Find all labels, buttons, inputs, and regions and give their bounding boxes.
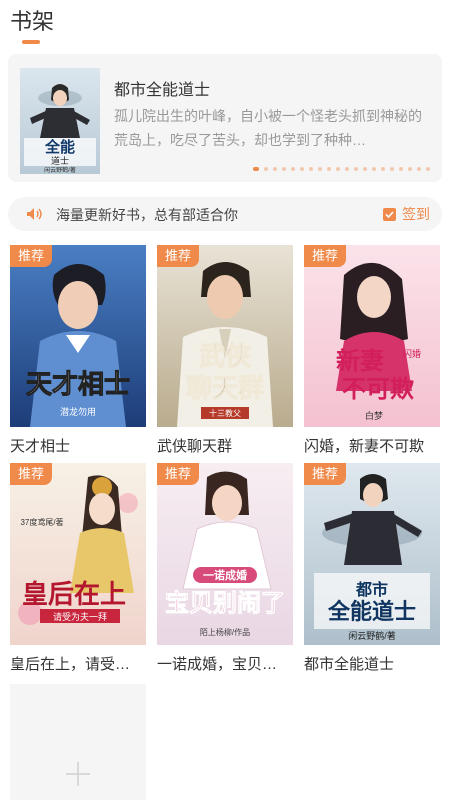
recommend-tag: 推荐 [304,463,347,485]
carousel-dot[interactable] [354,167,358,171]
featured-book-cover[interactable]: 全能 道士 闲云野鹤/著 [20,68,100,174]
carousel-dot[interactable] [264,167,268,171]
svg-text:一诺成婚: 一诺成婚 [203,568,247,582]
carousel-dot[interactable] [253,167,259,171]
featured-book-description: 孤儿院出生的叶峰，自小被一个怪老头抓到神秘的荒岛上，吃尽了苦头，却也学到了种种… [114,108,422,148]
checkin-button[interactable]: 签到 [383,203,430,225]
book-cover[interactable]: 天才相士 潜龙勿用 推荐 [10,245,146,427]
carousel-dot[interactable] [327,167,331,171]
svg-text:武侠: 武侠 [199,341,252,372]
featured-book-title: 都市全能道士 [114,82,211,99]
notice-text: 海量更新好书，总有部适合你 [56,207,238,223]
recommend-tag: 推荐 [157,463,200,485]
recommend-tag: 推荐 [157,245,200,267]
book-item[interactable]: 37度鸢尾/著 皇后在上 请受为夫一拜 推荐 皇后在上，请受… [10,463,146,674]
svg-text:全能: 全能 [44,138,75,156]
book-cover-title: 天才相士 [26,370,130,400]
carousel-dot[interactable] [345,167,349,171]
recommend-tag: 推荐 [10,463,53,485]
book-item[interactable]: 天才相士 潜龙勿用 推荐 天才相士 [10,245,146,456]
book-cover-title: 宝贝别闹了 [165,588,285,617]
svg-text:全能道士: 全能道士 [327,599,416,625]
svg-text:新妻: 新妻 [336,346,384,375]
featured-cover-author: 闲云野鹤/著 [44,166,76,174]
svg-text:都市: 都市 [355,580,388,599]
recommend-tag: 推荐 [10,245,53,267]
book-cover-author: 闲云野鹤/著 [348,630,396,641]
book-cover[interactable]: 一诺成婚 宝贝别闹了 陌上杨柳/作品 推荐 [157,463,293,645]
carousel-dot[interactable] [381,167,385,171]
carousel-dot[interactable] [372,167,376,171]
book-cover-author: 潜龙勿用 [60,406,96,417]
carousel-dot[interactable] [426,167,430,171]
add-book-button[interactable] [10,684,146,800]
carousel-dots [253,167,430,171]
svg-text:闪婚: 闪婚 [403,348,421,359]
book-item[interactable]: 新妻 不可欺 闪婚 白梦 推荐 闪婚，新妻不可欺 [304,245,440,456]
book-item[interactable]: 都市 全能道士 闲云野鹤/著 推荐 都市全能道士 [304,463,440,674]
book-cover-author: 37度鸢尾/著 [20,517,63,527]
book-cover[interactable]: 都市 全能道士 闲云野鹤/著 推荐 [304,463,440,645]
carousel-dot[interactable] [300,167,304,171]
book-title: 一诺成婚，宝贝… [157,656,278,673]
book-item[interactable]: 一诺成婚 宝贝别闹了 陌上杨柳/作品 推荐 一诺成婚，宝贝… [157,463,293,674]
recommend-tag: 推荐 [304,245,347,267]
book-cover-author: 十三教父 [209,408,241,418]
checkin-label: 签到 [402,206,430,222]
carousel-dot[interactable] [282,167,286,171]
book-cover[interactable]: 37度鸢尾/著 皇后在上 请受为夫一拜 推荐 [10,463,146,645]
speaker-icon [27,208,42,220]
carousel-dot[interactable] [273,167,277,171]
carousel-dot[interactable] [336,167,340,171]
carousel-dot[interactable] [390,167,394,171]
check-square-icon [383,207,396,221]
book-cover[interactable]: 武侠 聊天群 十三教父 推荐 [157,245,293,427]
book-title: 武侠聊天群 [157,438,233,455]
book-title: 天才相士 [10,438,71,455]
svg-text:不可欺: 不可欺 [342,374,414,403]
book-title: 都市全能道士 [304,656,395,673]
notice-bar: 海量更新好书，总有部适合你 签到 [8,197,442,231]
carousel-dot[interactable] [417,167,421,171]
svg-text:皇后在上: 皇后在上 [22,580,126,610]
plus-icon [66,762,90,786]
book-cover-author: 陌上杨柳/作品 [200,627,250,637]
carousel-dot[interactable] [363,167,367,171]
carousel-dot[interactable] [291,167,295,171]
book-title: 皇后在上，请受… [10,656,131,673]
svg-text:聊天群: 聊天群 [186,374,264,404]
carousel-dot[interactable] [408,167,412,171]
book-cover[interactable]: 新妻 不可欺 闪婚 白梦 推荐 [304,245,440,427]
book-title: 闪婚，新妻不可欺 [304,438,425,455]
svg-text:请受为夫一拜: 请受为夫一拜 [53,611,107,622]
svg-text:道士: 道士 [51,155,69,167]
title-underline [22,40,40,44]
carousel-dot[interactable] [318,167,322,171]
carousel-dot[interactable] [309,167,313,171]
book-cover-author: 白梦 [365,410,383,421]
page-title: 书架 [10,9,55,34]
book-item[interactable]: 武侠 聊天群 十三教父 推荐 武侠聊天群 [157,245,293,456]
featured-book-card[interactable]: 全能 道士 闲云野鹤/著 都市全能道士 孤儿院出生的叶峰，自小被一个怪老头抓到神… [8,54,442,182]
carousel-dot[interactable] [399,167,403,171]
